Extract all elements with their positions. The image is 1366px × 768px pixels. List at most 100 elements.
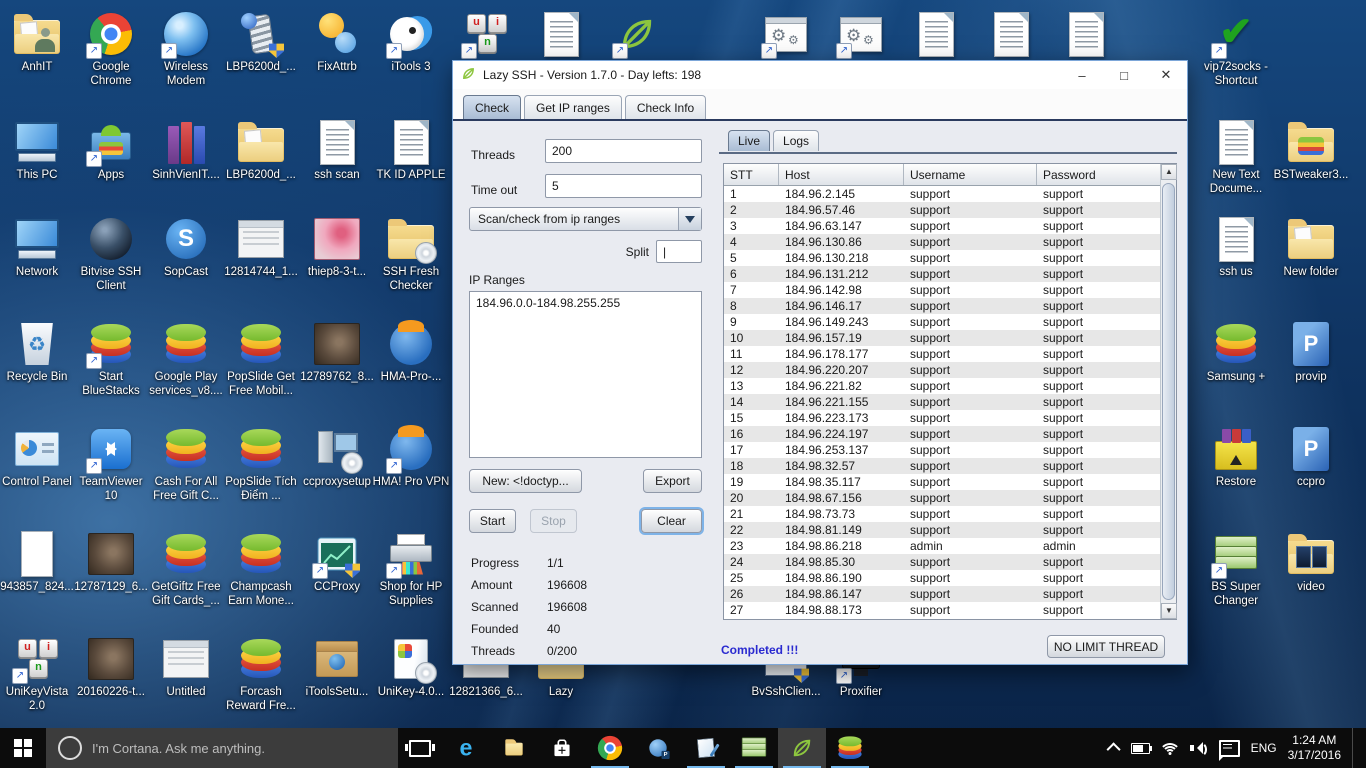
desktop-icon-ccproxysetup[interactable]: ccproxysetup [298, 425, 376, 490]
desktop-icon-sinhvienit[interactable]: SinhVienIT.... [147, 118, 225, 183]
split-input[interactable] [656, 240, 702, 263]
taskbar-app-bs-super-changer[interactable] [730, 728, 778, 768]
desktop-icon-start-bluestacks[interactable]: ↗Start BlueStacks [72, 320, 150, 398]
desktop-icon-ssh-us[interactable]: ssh us [1197, 215, 1275, 280]
table-row[interactable]: 19184.98.35.117supportsupport [724, 474, 1160, 490]
desktop-icon-new-folder[interactable]: New folder [1272, 215, 1350, 280]
start-button[interactable] [0, 728, 46, 768]
table-row[interactable]: 7184.96.142.98supportsupport [724, 282, 1160, 298]
desktop-icon-popslide-t-ch-i-m[interactable]: PopSlide Tích Điểm ... [222, 425, 300, 503]
desktop-icon-hidden-unikey-6[interactable]: uin↗ [447, 10, 525, 61]
threads-input[interactable] [545, 139, 702, 163]
table-row[interactable]: 16184.96.224.197supportsupport [724, 426, 1160, 442]
clear-button[interactable]: Clear [641, 509, 702, 533]
results-scrollbar[interactable]: ▲ ▼ [1160, 164, 1176, 619]
close-button[interactable]: ✕ [1145, 61, 1187, 89]
desktop-icon-untitled[interactable]: Untitled [147, 635, 225, 700]
desktop-icon-unikeyvista-2-0[interactable]: uin↗UniKeyVista 2.0 [0, 635, 76, 713]
taskbar-app-edge[interactable]: e [442, 728, 490, 768]
tab-check[interactable]: Check [463, 95, 521, 119]
table-row[interactable]: 1184.96.2.145supportsupport [724, 186, 1160, 202]
desktop-icon-ssh-fresh-checker[interactable]: SSH Fresh Checker [372, 215, 450, 293]
tray-chevron-up-icon[interactable] [1106, 742, 1120, 756]
taskbar-app-notepad[interactable] [682, 728, 730, 768]
maximize-button[interactable]: □ [1103, 61, 1145, 89]
desktop-icon-samsung[interactable]: Samsung + [1197, 320, 1275, 385]
desktop-icon-lbp6200d[interactable]: LBP6200d_... [222, 10, 300, 75]
desktop-icon-teamviewer-10[interactable]: ↗TeamViewer 10 [72, 425, 150, 503]
table-row[interactable]: 6184.96.131.212supportsupport [724, 266, 1160, 282]
scrollbar-thumb[interactable] [1162, 183, 1175, 600]
desktop-icon-itools-3[interactable]: ↗iTools 3 [372, 10, 450, 75]
table-row[interactable]: 14184.96.221.155supportsupport [724, 394, 1160, 410]
taskbar-app-windows-store[interactable] [538, 728, 586, 768]
table-row[interactable]: 25184.98.86.190supportsupport [724, 570, 1160, 586]
desktop-icon-google-chrome[interactable]: ↗Google Chrome [72, 10, 150, 88]
desktop-icon-champcash-earn-mone[interactable]: Champcash Earn Mone... [222, 530, 300, 608]
desktop-icon-this-pc[interactable]: This PC [0, 118, 76, 183]
table-row[interactable]: 17184.96.253.137supportsupport [724, 442, 1160, 458]
desktop-icon-recycle-bin[interactable]: ♻Recycle Bin [0, 320, 76, 385]
desktop-icon-provip[interactable]: Pprovip [1272, 320, 1350, 385]
stop-button[interactable]: Stop [530, 509, 577, 533]
desktop-icon-forcash-reward-fre[interactable]: Forcash Reward Fre... [222, 635, 300, 713]
scroll-down-icon[interactable]: ▼ [1161, 603, 1177, 619]
table-row[interactable]: 9184.96.149.243supportsupport [724, 314, 1160, 330]
desktop-icon-12789762-8[interactable]: 12789762_8... [298, 320, 376, 385]
desktop-icon-vip72socks-shortcut[interactable]: ✔↗vip72socks - Shortcut [1197, 10, 1275, 88]
desktop-icon-shop-for-hp-supplies[interactable]: ↗Shop for HP Supplies [372, 530, 450, 608]
table-row[interactable]: 10184.96.157.19supportsupport [724, 330, 1160, 346]
battery-icon[interactable] [1131, 743, 1150, 754]
clock[interactable]: 1:24 AM 3/17/2016 [1288, 733, 1341, 763]
table-row[interactable]: 22184.98.81.149supportsupport [724, 522, 1160, 538]
desktop-icon-hidden-document-11[interactable] [897, 10, 975, 61]
desktop-icon-bitvise-ssh-client[interactable]: Bitvise SSH Client [72, 215, 150, 293]
scroll-up-icon[interactable]: ▲ [1161, 164, 1177, 180]
window-titl ebar[interactable]: Lazy SSH - Version 1.7.0 - Day lefts: 19… [453, 61, 1187, 89]
desktop-icon-popslide-get-free-mobil[interactable]: PopSlide Get Free Mobil... [222, 320, 300, 398]
desktop-icon-sopcast[interactable]: SSopCast [147, 215, 225, 280]
desktop-icon-12787129-6[interactable]: 12787129_6... [72, 530, 150, 595]
table-row[interactable]: 8184.96.146.17supportsupport [724, 298, 1160, 314]
timeout-input[interactable] [545, 174, 702, 198]
desktop-icon-hidden-document-7[interactable] [522, 10, 600, 61]
table-row[interactable]: 24184.98.85.30supportsupport [724, 554, 1160, 570]
table-row[interactable]: 27184.98.88.173supportsupport [724, 602, 1160, 618]
desktop-icon-wireless-modem[interactable]: ↗Wireless Modem [147, 10, 225, 88]
desktop-icon-fixattrb[interactable]: FixAttrb [298, 10, 376, 75]
desktop-icon-google-play-services-v8[interactable]: Google Play services_v8.... [147, 320, 225, 398]
tab-live[interactable]: Live [728, 130, 770, 151]
desktop-icon-anhit[interactable]: AnhIT [0, 10, 76, 75]
desktop-icon-ccpro[interactable]: Pccpro [1272, 425, 1350, 490]
column-header-password[interactable]: Password [1037, 164, 1160, 185]
taskbar-app-chrome[interactable] [586, 728, 634, 768]
task-view-button[interactable] [398, 728, 442, 768]
cortana-search-box[interactable]: I'm Cortana. Ask me anything. [46, 728, 398, 768]
volume-icon[interactable] [1190, 741, 1208, 755]
taskbar-app-proxifier[interactable]: P [634, 728, 682, 768]
taskbar-app-file-explorer[interactable] [490, 728, 538, 768]
table-row[interactable]: 21184.98.73.73supportsupport [724, 506, 1160, 522]
desktop-icon-12814744-1[interactable]: 12814744_1... [222, 215, 300, 280]
desktop-icon-network[interactable]: Network [0, 215, 76, 280]
chevron-down-icon[interactable] [678, 208, 701, 230]
desktop-icon-hma-pro-vpn[interactable]: ↗HMA! Pro VPN [372, 425, 450, 490]
no-limit-thread-button[interactable]: NO LIMIT THREAD [1047, 635, 1165, 658]
desktop-icon-hidden-gears-10[interactable]: ⚙⚙↗ [822, 10, 900, 61]
table-row[interactable]: 3184.96.63.147supportsupport [724, 218, 1160, 234]
desktop-icon-restore[interactable]: Restore [1197, 425, 1275, 490]
action-center-icon[interactable] [1219, 740, 1240, 757]
desktop-icon-video[interactable]: video [1272, 530, 1350, 595]
table-row[interactable]: 15184.96.223.173supportsupport [724, 410, 1160, 426]
table-row[interactable]: 26184.98.86.147supportsupport [724, 586, 1160, 602]
desktop-icon-ssh-scan[interactable]: ssh scan [298, 118, 376, 183]
table-row[interactable]: 5184.96.130.218supportsupport [724, 250, 1160, 266]
tab-get-ip-ranges[interactable]: Get IP ranges [524, 95, 622, 119]
desktop-icon-hidden-document-12[interactable] [972, 10, 1050, 61]
desktop-icon-control-panel[interactable]: Control Panel [0, 425, 76, 490]
desktop-icon-cash-for-all-free-gift-c[interactable]: Cash For All Free Gift C... [147, 425, 225, 503]
desktop-icon-hidden-gears-9[interactable]: ⚙⚙↗ [747, 10, 825, 61]
desktop-icon-bstweaker3[interactable]: BSTweaker3... [1272, 118, 1350, 183]
tab-check-info[interactable]: Check Info [625, 95, 706, 119]
table-row[interactable]: 4184.96.130.86supportsupport [724, 234, 1160, 250]
